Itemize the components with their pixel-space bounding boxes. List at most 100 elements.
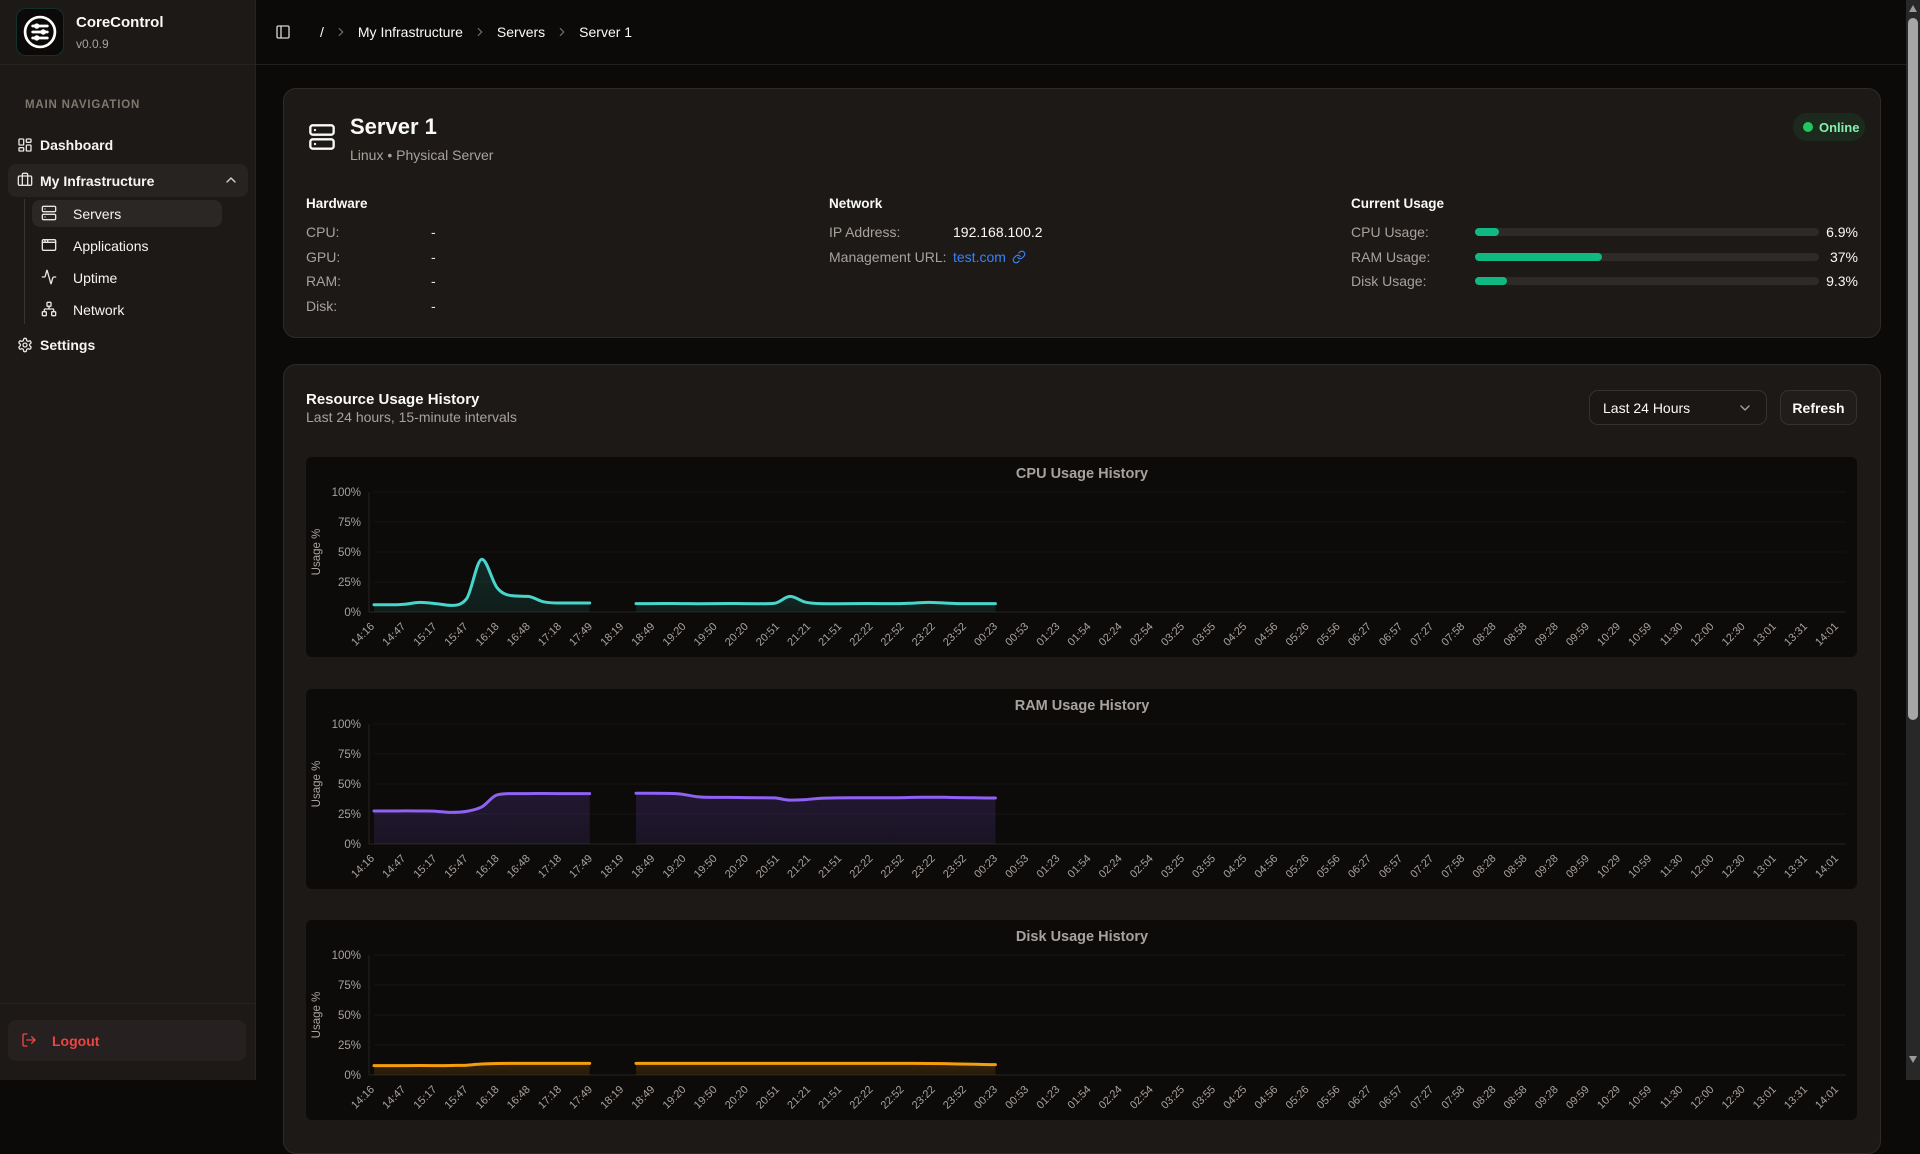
svg-text:14:01: 14:01 xyxy=(1813,853,1841,881)
svg-text:18:49: 18:49 xyxy=(629,1084,657,1112)
svg-text:01:23: 01:23 xyxy=(1034,1084,1062,1112)
svg-text:20:20: 20:20 xyxy=(723,1084,751,1112)
svg-text:02:54: 02:54 xyxy=(1128,853,1156,881)
svg-text:12:00: 12:00 xyxy=(1689,1084,1717,1112)
svg-text:19:20: 19:20 xyxy=(661,1084,689,1112)
svg-text:19:20: 19:20 xyxy=(661,621,689,649)
svg-text:21:51: 21:51 xyxy=(816,621,844,649)
svg-text:14:01: 14:01 xyxy=(1813,621,1841,649)
svg-text:19:50: 19:50 xyxy=(692,853,720,881)
svg-text:21:21: 21:21 xyxy=(785,621,813,649)
svg-text:02:24: 02:24 xyxy=(1097,1084,1125,1112)
svg-text:07:27: 07:27 xyxy=(1408,853,1436,881)
svg-text:00:53: 00:53 xyxy=(1003,1084,1031,1112)
svg-text:01:54: 01:54 xyxy=(1066,621,1094,649)
svg-text:19:50: 19:50 xyxy=(692,1084,720,1112)
svg-text:17:49: 17:49 xyxy=(567,621,595,649)
svg-text:20:51: 20:51 xyxy=(754,621,782,649)
svg-text:Usage %: Usage % xyxy=(311,529,323,576)
svg-text:01:23: 01:23 xyxy=(1034,621,1062,649)
svg-text:Usage %: Usage % xyxy=(311,761,323,808)
svg-text:08:58: 08:58 xyxy=(1502,1084,1530,1112)
svg-text:CPU Usage History: CPU Usage History xyxy=(1016,466,1148,482)
svg-text:03:25: 03:25 xyxy=(1159,1084,1187,1112)
svg-text:08:58: 08:58 xyxy=(1502,621,1530,649)
svg-text:23:52: 23:52 xyxy=(941,621,969,649)
svg-text:50%: 50% xyxy=(338,547,361,559)
svg-text:13:31: 13:31 xyxy=(1782,853,1810,881)
svg-text:08:28: 08:28 xyxy=(1471,1084,1499,1112)
svg-text:02:54: 02:54 xyxy=(1128,621,1156,649)
svg-text:03:55: 03:55 xyxy=(1190,1084,1218,1112)
svg-text:09:28: 09:28 xyxy=(1533,1084,1561,1112)
svg-text:17:18: 17:18 xyxy=(536,621,564,649)
svg-text:12:30: 12:30 xyxy=(1720,621,1748,649)
svg-text:08:28: 08:28 xyxy=(1471,621,1499,649)
svg-text:22:22: 22:22 xyxy=(848,1084,876,1112)
svg-text:20:20: 20:20 xyxy=(723,853,751,881)
svg-text:02:54: 02:54 xyxy=(1128,1084,1156,1112)
svg-text:20:51: 20:51 xyxy=(754,853,782,881)
svg-text:17:18: 17:18 xyxy=(536,1084,564,1112)
svg-text:10:29: 10:29 xyxy=(1595,1084,1623,1112)
svg-text:05:56: 05:56 xyxy=(1315,621,1343,649)
svg-text:06:57: 06:57 xyxy=(1377,1084,1405,1112)
svg-text:22:52: 22:52 xyxy=(879,853,907,881)
svg-text:15:17: 15:17 xyxy=(411,1084,439,1112)
svg-text:07:27: 07:27 xyxy=(1408,1084,1436,1112)
svg-text:01:54: 01:54 xyxy=(1066,1084,1094,1112)
svg-text:18:49: 18:49 xyxy=(629,853,657,881)
svg-text:13:31: 13:31 xyxy=(1782,1084,1810,1112)
svg-text:12:00: 12:00 xyxy=(1689,853,1717,881)
svg-text:22:22: 22:22 xyxy=(848,853,876,881)
svg-text:15:47: 15:47 xyxy=(443,853,471,881)
svg-text:50%: 50% xyxy=(338,1010,361,1022)
svg-text:14:16: 14:16 xyxy=(349,1084,377,1112)
svg-text:18:19: 18:19 xyxy=(598,621,626,649)
svg-text:06:27: 06:27 xyxy=(1346,1084,1374,1112)
svg-text:21:21: 21:21 xyxy=(785,853,813,881)
svg-text:16:18: 16:18 xyxy=(474,853,502,881)
svg-text:05:26: 05:26 xyxy=(1284,1084,1312,1112)
svg-text:75%: 75% xyxy=(338,980,361,992)
svg-text:04:25: 04:25 xyxy=(1221,621,1249,649)
svg-text:10:59: 10:59 xyxy=(1626,621,1654,649)
svg-text:25%: 25% xyxy=(338,809,361,821)
svg-text:12:30: 12:30 xyxy=(1720,853,1748,881)
svg-text:07:58: 07:58 xyxy=(1439,853,1467,881)
svg-text:15:47: 15:47 xyxy=(443,1084,471,1112)
svg-text:06:27: 06:27 xyxy=(1346,621,1374,649)
svg-text:13:31: 13:31 xyxy=(1782,621,1810,649)
svg-text:17:49: 17:49 xyxy=(567,1084,595,1112)
svg-text:08:58: 08:58 xyxy=(1502,853,1530,881)
svg-text:19:20: 19:20 xyxy=(661,853,689,881)
svg-text:09:28: 09:28 xyxy=(1533,853,1561,881)
svg-text:00:23: 00:23 xyxy=(972,621,1000,649)
svg-text:04:25: 04:25 xyxy=(1221,853,1249,881)
svg-text:14:47: 14:47 xyxy=(380,1084,408,1112)
svg-text:11:30: 11:30 xyxy=(1658,1084,1685,1111)
svg-text:100%: 100% xyxy=(332,950,361,962)
svg-text:05:56: 05:56 xyxy=(1315,1084,1343,1112)
svg-text:21:21: 21:21 xyxy=(785,1084,813,1112)
svg-text:23:52: 23:52 xyxy=(941,1084,969,1112)
svg-text:23:22: 23:22 xyxy=(910,1084,938,1112)
svg-text:0%: 0% xyxy=(344,1070,361,1082)
svg-text:75%: 75% xyxy=(338,749,361,761)
svg-text:08:28: 08:28 xyxy=(1471,853,1499,881)
svg-text:23:52: 23:52 xyxy=(941,853,969,881)
svg-text:09:59: 09:59 xyxy=(1564,621,1592,649)
svg-text:20:20: 20:20 xyxy=(723,621,751,649)
svg-text:22:22: 22:22 xyxy=(848,621,876,649)
svg-text:04:25: 04:25 xyxy=(1221,1084,1249,1112)
svg-text:14:16: 14:16 xyxy=(349,853,377,881)
svg-text:RAM Usage History: RAM Usage History xyxy=(1015,698,1150,714)
svg-text:13:01: 13:01 xyxy=(1751,1084,1779,1112)
svg-text:12:00: 12:00 xyxy=(1689,621,1717,649)
svg-text:25%: 25% xyxy=(338,1040,361,1052)
svg-text:14:16: 14:16 xyxy=(349,621,377,649)
svg-text:09:59: 09:59 xyxy=(1564,1084,1592,1112)
svg-text:Disk Usage History: Disk Usage History xyxy=(1016,929,1148,945)
svg-text:21:51: 21:51 xyxy=(816,853,844,881)
svg-text:00:23: 00:23 xyxy=(972,1084,1000,1112)
